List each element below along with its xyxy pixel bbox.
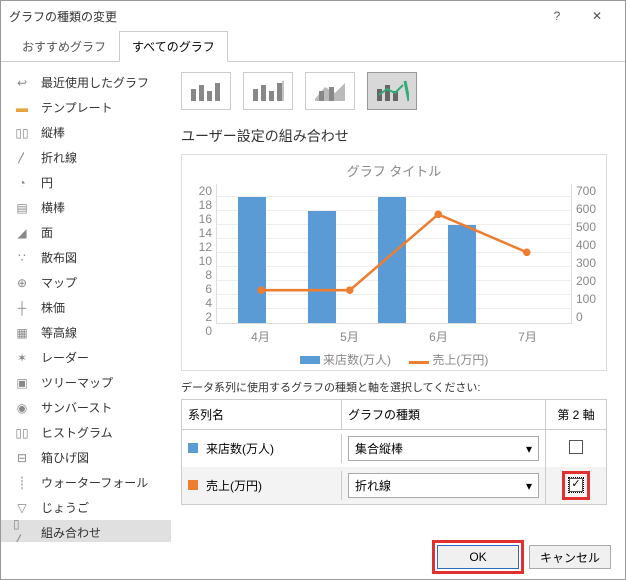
bar-icon: ▤ — [13, 200, 31, 216]
combo-subtype-3[interactable] — [305, 72, 355, 110]
sidebar-item-line[interactable]: 〳折れ線 — [1, 145, 171, 170]
chart-title: グラフ タイトル — [188, 161, 600, 180]
sidebar-item-combo[interactable]: ▯〳組み合わせ — [1, 520, 171, 542]
map-icon: ⊕ — [13, 275, 31, 291]
series2-swatch — [188, 480, 198, 490]
chevron-down-icon: ▾ — [526, 479, 532, 493]
column-icon: ▯▯ — [13, 125, 31, 141]
section-title: ユーザー設定の組み合わせ — [181, 126, 607, 146]
tab-all[interactable]: すべてのグラフ — [119, 31, 228, 62]
sidebar-item-recent[interactable]: ↩最近使用したグラフ — [1, 70, 171, 95]
series2-type-select[interactable]: 折れ線▾ — [348, 473, 539, 498]
scatter-icon: ∵ — [13, 250, 31, 266]
sidebar-item-treemap[interactable]: ▣ツリーマップ — [1, 370, 171, 395]
help-button[interactable]: ? — [537, 2, 577, 30]
stock-icon: ┼ — [13, 300, 31, 316]
line-icon: 〳 — [13, 150, 31, 166]
series-table: 系列名 グラフの種類 第 2 軸 来店数(万人) 集合縦棒▾ 売上(万円) 折れ… — [181, 399, 607, 505]
pie-icon: ◔ — [13, 175, 31, 191]
area-icon: ◢ — [13, 225, 31, 241]
combo-subtype-4[interactable] — [367, 72, 417, 110]
sidebar-item-radar[interactable]: ✶レーダー — [1, 345, 171, 370]
funnel-icon: ▽ — [13, 500, 31, 516]
sidebar-item-sunburst[interactable]: ◉サンバースト — [1, 395, 171, 420]
sunburst-icon: ◉ — [13, 400, 31, 416]
series2-axis2-checkbox[interactable] — [569, 478, 583, 492]
sidebar-item-waterfall[interactable]: ┊ウォーターフォール — [1, 470, 171, 495]
series-row-2: 売上(万円) 折れ線▾ — [182, 467, 606, 504]
header-series-name: 系列名 — [182, 400, 342, 429]
radar-icon: ✶ — [13, 350, 31, 366]
surface-icon: ▦ — [13, 325, 31, 341]
series-row-1: 来店数(万人) 集合縦棒▾ — [182, 430, 606, 467]
series1-type-select[interactable]: 集合縦棒▾ — [348, 436, 539, 461]
header-secondary-axis: 第 2 軸 — [546, 400, 606, 429]
sidebar-item-boxplot[interactable]: ⊟箱ひげ図 — [1, 445, 171, 470]
sidebar-item-column[interactable]: ▯▯縦棒 — [1, 120, 171, 145]
combo-icon: ▯〳 — [13, 525, 31, 541]
y-axis-right: 7006005004003002001000 — [572, 184, 600, 324]
sidebar-item-histogram[interactable]: ▯▯ヒストグラム — [1, 420, 171, 445]
recent-icon: ↩ — [13, 75, 31, 91]
sidebar-item-bar[interactable]: ▤横棒 — [1, 195, 171, 220]
boxplot-icon: ⊟ — [13, 450, 31, 466]
window-title: グラフの種類の変更 — [9, 8, 537, 25]
sidebar-item-template[interactable]: ▬テンプレート — [1, 95, 171, 120]
chevron-down-icon: ▾ — [526, 442, 532, 456]
combo-subtype-2[interactable] — [243, 72, 293, 110]
histogram-icon: ▯▯ — [13, 425, 31, 441]
sidebar-item-stock[interactable]: ┼株価 — [1, 295, 171, 320]
series1-swatch — [188, 443, 198, 453]
chart-type-sidebar: ↩最近使用したグラフ ▬テンプレート ▯▯縦棒 〳折れ線 ◔円 ▤横棒 ◢面 ∵… — [1, 62, 171, 542]
sidebar-item-area[interactable]: ◢面 — [1, 220, 171, 245]
sidebar-item-map[interactable]: ⊕マップ — [1, 270, 171, 295]
chart-preview[interactable]: グラフ タイトル 20181614121086420 7006005004003… — [181, 154, 607, 371]
series1-axis2-checkbox[interactable] — [569, 440, 583, 454]
cancel-button[interactable]: キャンセル — [529, 545, 611, 569]
close-button[interactable]: ✕ — [577, 2, 617, 30]
plot-area — [216, 184, 572, 324]
y-axis-left: 20181614121086420 — [188, 184, 216, 324]
header-chart-type: グラフの種類 — [342, 400, 546, 429]
tab-recommended[interactable]: おすすめグラフ — [9, 31, 119, 62]
sidebar-item-pie[interactable]: ◔円 — [1, 170, 171, 195]
treemap-icon: ▣ — [13, 375, 31, 391]
table-instructions: データ系列に使用するグラフの種類と軸を選択してください: — [181, 379, 607, 395]
sidebar-item-surface[interactable]: ▦等高線 — [1, 320, 171, 345]
combo-subtype-1[interactable] — [181, 72, 231, 110]
waterfall-icon: ┊ — [13, 475, 31, 491]
folder-icon: ▬ — [13, 100, 31, 116]
sidebar-item-scatter[interactable]: ∵散布図 — [1, 245, 171, 270]
ok-button[interactable]: OK — [437, 545, 519, 569]
